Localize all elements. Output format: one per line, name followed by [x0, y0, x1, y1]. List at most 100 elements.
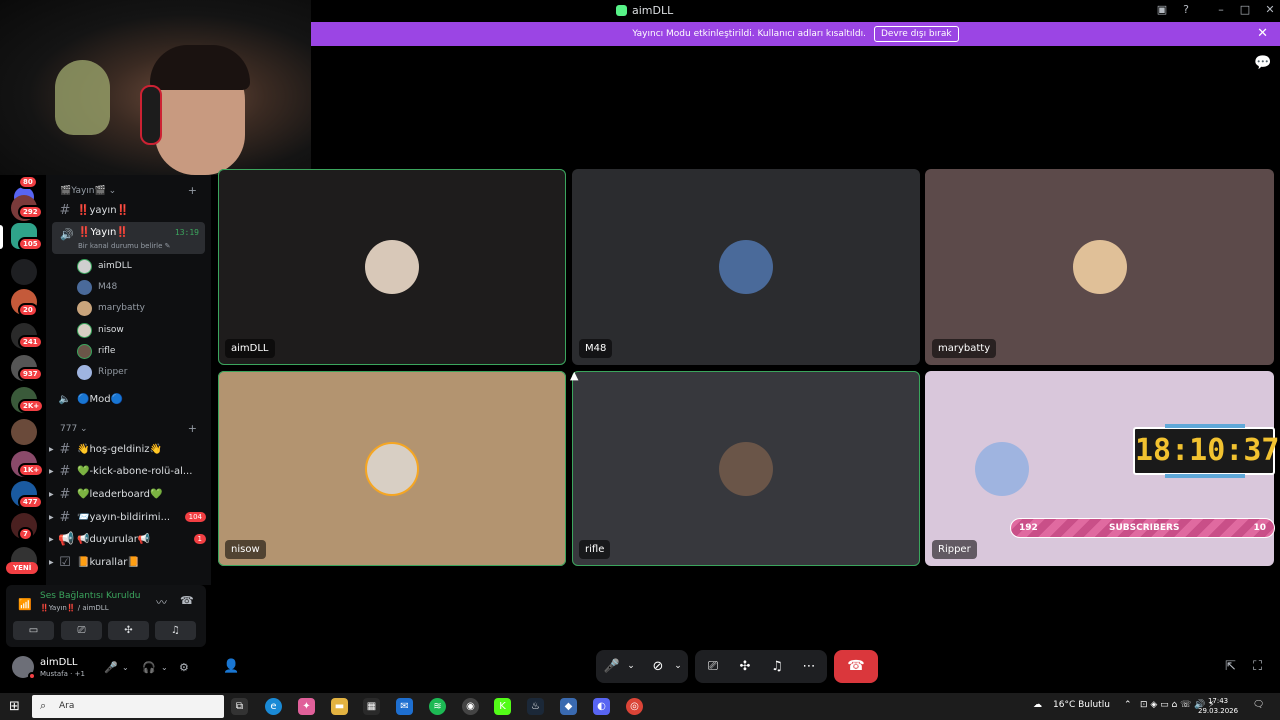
voice-channel-active[interactable]: 🔊 ‼️Yayın‼️ 13:19 Bir kanal durumu belir… [52, 222, 205, 254]
fullscreen-icon[interactable]: ⛶ [1253, 659, 1262, 674]
channel-status-text: Bir kanal durumu belirle [78, 242, 163, 250]
voice-user-name: aimDLL [98, 261, 132, 271]
video-tile-nisow[interactable]: nisow [218, 371, 566, 566]
participant-avatar [365, 441, 419, 496]
signal-icon[interactable]: 📶 [18, 598, 32, 611]
disconnect-icon[interactable]: ☎ [180, 594, 194, 607]
camera-toggle-button[interactable]: ▭ [13, 621, 54, 640]
leave-call-button[interactable]: ☎ [834, 650, 878, 683]
obs-icon[interactable]: ◉ [462, 698, 479, 715]
participant-name: aimDLL [225, 339, 275, 358]
channel-mod-voice[interactable]: 🔈 🔵Mod🔵 [58, 389, 206, 409]
screen-share-button[interactable]: ⎚ [61, 621, 102, 640]
window-title-text: aimDLL [632, 4, 674, 17]
notifications-icon[interactable]: 🗨 [1253, 700, 1264, 710]
voice-user-m48[interactable]: M48 [77, 277, 117, 297]
file-explorer-icon[interactable]: ▬ [331, 698, 348, 715]
voice-user-nisow[interactable]: nisow [77, 320, 124, 340]
server-badge: 937 [18, 367, 43, 381]
category-yayin[interactable]: 🎬Yayın🎬 ⌄ [60, 186, 116, 196]
windows-start-icon[interactable]: ⊞ [9, 699, 20, 714]
copilot-icon[interactable]: ✦ [298, 698, 315, 715]
noise-suppression-icon[interactable]: 〰 [156, 594, 167, 610]
activities-icon: ✣ [124, 625, 133, 636]
video-tile-marybatty[interactable]: marybatty [925, 169, 1274, 365]
spotify-icon[interactable]: ≋ [429, 698, 446, 715]
channel-label: ‼️yayın‼️ [77, 204, 129, 216]
voice-connection-channel[interactable]: ‼️Yayın‼️ / aimDLL [40, 604, 109, 612]
more-options-icon[interactable]: ⋯ [799, 650, 819, 683]
add-channel-icon[interactable]: + [188, 184, 197, 197]
store-icon[interactable]: ▦ [363, 698, 380, 715]
soundboard-icon[interactable]: ♫ [767, 650, 787, 683]
video-tile-m48[interactable]: M48 [572, 169, 920, 365]
voice-user-marybatty[interactable]: marybatty [77, 298, 145, 318]
microphone-icon[interactable]: 🎤 [603, 650, 621, 683]
voice-user-name: rifle [98, 346, 116, 356]
chrome-icon[interactable]: ◎ [626, 698, 643, 715]
minimize-button[interactable]: – [1213, 3, 1229, 16]
channel-leaderboard[interactable]: ▶ # 💚leaderboard💚 [49, 484, 206, 504]
taskbar-search[interactable]: ⌕ Ara [32, 695, 224, 718]
chevron-down-icon[interactable]: ⌄ [161, 663, 168, 672]
voice-connection-status[interactable]: Ses Bağlantısı Kuruldu [40, 591, 140, 601]
add-channel-icon[interactable]: + [188, 422, 197, 435]
steam-icon[interactable]: ♨ [527, 698, 544, 715]
mic-options-chevron-icon[interactable]: ⌄ [624, 650, 638, 683]
voice-user-aimdll[interactable]: aimDLL [77, 256, 132, 276]
channel-kick-abone[interactable]: ▶ # 💚-kick-abone-rolü-al... [49, 461, 206, 481]
hash-icon: # [59, 202, 71, 218]
weather-text[interactable]: 16°C Bulutlu [1053, 700, 1110, 710]
activities-button[interactable]: ✣ [108, 621, 149, 640]
channel-hos-geldiniz[interactable]: ▶ # 👋hoş-geldiniz👋 [49, 439, 206, 459]
disable-streamer-mode-button[interactable]: Devre dışı bırak [873, 26, 959, 42]
webcam-overlay [0, 0, 311, 175]
channel-yayin-bildirimi[interactable]: ▶ # 📨yayın-bildirimi... 104 [49, 507, 206, 527]
video-tile-aimdll[interactable]: aimDLL [218, 169, 566, 365]
edge-icon[interactable]: e [265, 698, 282, 715]
popout-icon[interactable]: ⇱ [1225, 659, 1236, 674]
activities-icon[interactable]: ✣ [735, 650, 755, 683]
speaker-icon: 🔊 [60, 228, 74, 241]
kick-icon[interactable]: K [494, 698, 511, 715]
channel-kurallar[interactable]: ▶ ☑ 📙kurallar📙 [49, 552, 206, 572]
voice-user-rifle[interactable]: rifle [77, 341, 115, 361]
close-banner-icon[interactable]: ✕ [1257, 26, 1268, 41]
settings-gear-icon[interactable]: ⚙ [179, 661, 189, 674]
channel-status-placeholder[interactable]: Bir kanal durumu belirle ✎ [78, 242, 171, 250]
megaphone-icon: 📢 [58, 531, 75, 547]
status-dot [28, 672, 36, 680]
server-badge: 2K+ [18, 399, 45, 413]
hash-icon: # [59, 509, 71, 525]
unread-arrow-icon: ▶ [49, 490, 54, 498]
chevron-down-icon[interactable]: ⌄ [122, 663, 129, 672]
server-icon[interactable] [11, 419, 37, 445]
close-window-button[interactable]: ✕ [1262, 3, 1278, 16]
participant-avatar [1072, 240, 1127, 294]
help-icon[interactable]: ? [1178, 3, 1194, 16]
camera-options-chevron-icon[interactable]: ⌄ [671, 650, 685, 683]
inbox-icon[interactable]: ▣ [1154, 3, 1170, 16]
microphone-icon[interactable]: 🎤 [104, 661, 118, 674]
mail-icon[interactable]: ✉ [396, 698, 413, 715]
username[interactable]: aimDLL [40, 657, 78, 668]
task-view-icon[interactable]: ⧉ [231, 698, 248, 715]
screen-share-icon[interactable]: ⎚ [703, 650, 723, 683]
headphones-icon[interactable]: 🎧 [142, 661, 156, 674]
chat-bubble-icon[interactable]: 💬 [1254, 55, 1271, 71]
taskbar-clock[interactable]: 17:43 29.03.2026 [1198, 696, 1238, 716]
video-tile-rifle[interactable]: rifle [572, 371, 920, 566]
folder-icon[interactable] [11, 259, 37, 285]
app-icon[interactable]: ◆ [560, 698, 577, 715]
channel-duyurular[interactable]: ▶ 📢 📢duyurular📢 1 [49, 529, 206, 549]
channel-yayin-text[interactable]: # ‼️yayın‼️ [58, 200, 206, 220]
category-777[interactable]: 777 ⌄ [60, 424, 88, 434]
voice-user-ripper[interactable]: Ripper [77, 362, 127, 382]
tray-chevron-icon[interactable]: ⌃ [1124, 700, 1132, 710]
soundboard-button[interactable]: ♫ [155, 621, 196, 640]
camera-off-icon[interactable]: ⊘ [648, 650, 668, 683]
maximize-button[interactable]: □ [1237, 3, 1253, 16]
discord-taskbar-icon[interactable]: ◐ [593, 698, 610, 715]
new-badge[interactable]: YENİ [6, 562, 39, 574]
invite-user-icon[interactable]: 👤 [223, 659, 239, 674]
